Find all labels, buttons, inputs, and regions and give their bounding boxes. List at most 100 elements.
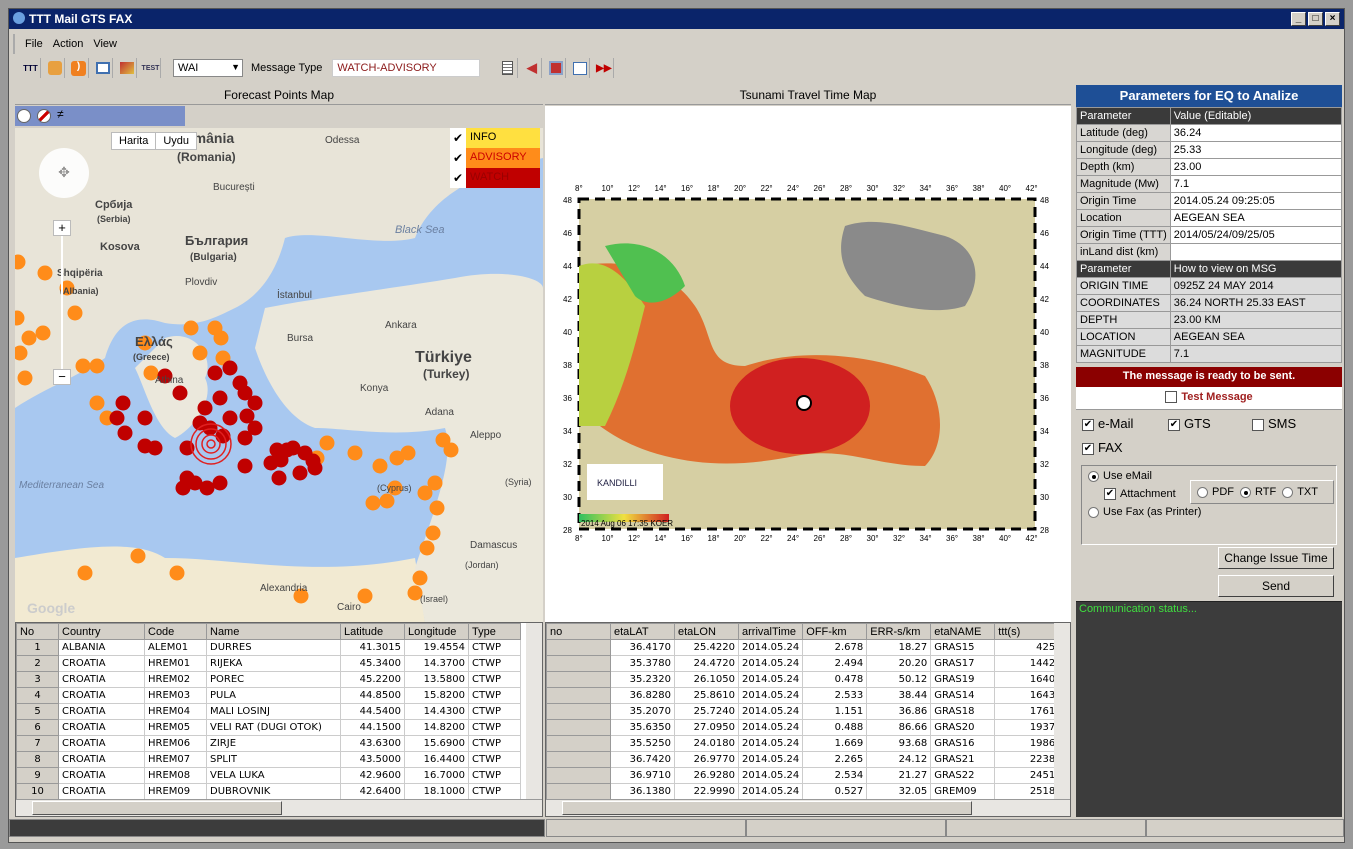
- column-header[interactable]: OFF-km: [802, 623, 868, 640]
- table-row[interactable]: 36.8280 25.8610 2014.05.24 2.533 38.44 GRAS14…: [546, 687, 1060, 704]
- param-value[interactable]: 36.24: [1169, 124, 1343, 142]
- table-row[interactable]: 36.1380 22.9990 2014.05.24 0.527 32.05 GREM09…: [546, 783, 1060, 800]
- advisory-point-marker[interactable]: [17, 370, 33, 386]
- watch-point-marker[interactable]: [263, 455, 279, 471]
- param-value[interactable]: [1169, 243, 1343, 261]
- chart-icon[interactable]: [117, 58, 137, 78]
- advisory-point-marker[interactable]: [75, 358, 91, 374]
- column-header[interactable]: Code: [144, 623, 207, 640]
- table-row[interactable]: 3 CROATIA HREM02 POREC 45.2200 13.5800 CTWP: [16, 671, 521, 688]
- advisory-checkbox[interactable]: ✔: [450, 148, 466, 168]
- watch-point-marker[interactable]: [179, 440, 195, 456]
- watch-point-marker[interactable]: [199, 480, 215, 496]
- advisory-point-marker[interactable]: [89, 395, 105, 411]
- advisory-point-marker[interactable]: [183, 320, 199, 336]
- vertical-scrollbar[interactable]: [1054, 623, 1070, 799]
- use-fax-radio[interactable]: Use Fax (as Printer): [1088, 506, 1201, 518]
- windows-icon[interactable]: [93, 58, 113, 78]
- layers-tool-icon[interactable]: ≠: [57, 107, 71, 121]
- advisory-point-marker[interactable]: [37, 265, 53, 281]
- table-row[interactable]: 36.4170 25.4220 2014.05.24 2.678 18.27 GRAS15…: [546, 639, 1060, 656]
- table-row[interactable]: 1 ALBANIA ALEM01 DURRES 41.3015 19.4554 CTWP: [16, 639, 521, 656]
- pan-tool-icon[interactable]: [17, 109, 31, 123]
- watch-point-marker[interactable]: [197, 400, 213, 416]
- watch-point-marker[interactable]: [222, 410, 238, 426]
- column-header[interactable]: No: [16, 623, 59, 640]
- advisory-point-marker[interactable]: [417, 485, 433, 501]
- watch-point-marker[interactable]: [147, 440, 163, 456]
- watch-point-marker[interactable]: [212, 390, 228, 406]
- test-icon[interactable]: TEST: [141, 58, 161, 78]
- watch-point-marker[interactable]: [109, 410, 125, 426]
- table-row[interactable]: 7 CROATIA HREM06 ZIRJE 43.6300 15.6900 CTWP: [16, 735, 521, 752]
- watch-point-marker[interactable]: [172, 385, 188, 401]
- map-icon[interactable]: [45, 58, 65, 78]
- column-header[interactable]: no: [546, 623, 611, 640]
- send-button[interactable]: Send: [1218, 575, 1334, 597]
- watch-point-marker[interactable]: [247, 420, 263, 436]
- map-type-uydu[interactable]: Uydu: [156, 133, 196, 149]
- column-header[interactable]: ERR-s/km: [866, 623, 932, 640]
- change-issue-time-button[interactable]: Change Issue Time: [1218, 547, 1334, 569]
- advisory-point-marker[interactable]: [169, 565, 185, 581]
- param-value[interactable]: 7.1: [1169, 175, 1343, 193]
- advisory-point-marker[interactable]: [443, 442, 459, 458]
- table-row[interactable]: 5 CROATIA HREM04 MALI LOSINJ 44.5400 14.4300 C…: [16, 703, 521, 720]
- advisory-point-marker[interactable]: [365, 495, 381, 511]
- advisory-point-marker[interactable]: [192, 345, 208, 361]
- column-header[interactable]: etaLAT: [610, 623, 675, 640]
- minimize-button[interactable]: _: [1291, 12, 1306, 26]
- table-row[interactable]: 4 CROATIA HREM03 PULA 44.8500 15.8200 CTWP: [16, 687, 521, 704]
- test-message-check[interactable]: [1165, 391, 1178, 404]
- watch-point-marker[interactable]: [307, 460, 323, 476]
- table-row[interactable]: 36.7420 26.9770 2014.05.24 2.265 24.12 GRAS21…: [546, 751, 1060, 768]
- menu-view[interactable]: View: [93, 38, 117, 50]
- watch-point-marker[interactable]: [222, 360, 238, 376]
- forward-icon[interactable]: ◀: [522, 58, 543, 78]
- maximize-button[interactable]: □: [1308, 12, 1323, 26]
- advisory-point-marker[interactable]: [412, 570, 428, 586]
- table-row[interactable]: 10 CROATIA HREM09 DUBROVNIK 42.6400 18.1000 CT…: [16, 783, 521, 800]
- format-txt-radio[interactable]: TXT: [1282, 486, 1318, 498]
- rss-icon[interactable]: ): [69, 58, 89, 78]
- advisory-point-marker[interactable]: [77, 565, 93, 581]
- sms-checkbox[interactable]: SMS: [1252, 416, 1296, 431]
- advisory-point-marker[interactable]: [429, 500, 445, 516]
- advisory-point-marker[interactable]: [21, 330, 37, 346]
- advisory-point-marker[interactable]: [130, 548, 146, 564]
- gts-checkbox[interactable]: ✔ GTS: [1168, 416, 1211, 431]
- close-button[interactable]: ×: [1325, 12, 1340, 26]
- column-header[interactable]: Country: [58, 623, 145, 640]
- param-value[interactable]: AEGEAN SEA: [1169, 209, 1343, 227]
- map-type-harita[interactable]: Harita: [112, 133, 157, 149]
- advisory-point-marker[interactable]: [347, 445, 363, 461]
- table-row[interactable]: 8 CROATIA HREM07 SPLIT 43.5000 16.4400 CTWP: [16, 751, 521, 768]
- column-header[interactable]: Longitude: [404, 623, 469, 640]
- column-header[interactable]: etaNAME: [930, 623, 996, 640]
- column-header[interactable]: Type: [468, 623, 521, 640]
- watch-point-marker[interactable]: [237, 458, 253, 474]
- pan-control[interactable]: ✥: [39, 148, 89, 198]
- watch-point-marker[interactable]: [212, 475, 228, 491]
- message-type-field[interactable]: WATCH-ADVISORY: [332, 59, 481, 77]
- table-row[interactable]: 35.3780 24.4720 2014.05.24 2.494 20.20 GRAS17…: [546, 655, 1060, 672]
- watch-checkbox[interactable]: ✔: [450, 168, 466, 188]
- document-icon[interactable]: [498, 58, 519, 78]
- advisory-point-marker[interactable]: [213, 330, 229, 346]
- forecast-points-map[interactable]: România (Romania) București Odessa Black Sea…: [15, 128, 543, 622]
- advisory-point-marker[interactable]: [372, 458, 388, 474]
- info-checkbox[interactable]: ✔: [450, 128, 466, 148]
- measure-tool-icon[interactable]: [37, 109, 51, 123]
- watch-point-marker[interactable]: [247, 395, 263, 411]
- watch-point-marker[interactable]: [117, 425, 133, 441]
- calendar-icon[interactable]: [570, 58, 591, 78]
- table-row[interactable]: 2 CROATIA HREM01 RIJEKA 45.3400 14.3700 CTWP: [16, 655, 521, 672]
- column-header[interactable]: ttt(s): [994, 623, 1060, 640]
- table-row[interactable]: 35.5250 24.0180 2014.05.24 1.669 93.68 GRAS16…: [546, 735, 1060, 752]
- table-row[interactable]: 6 CROATIA HREM05 VELI RAT (DUGI OTOK) 44.150…: [16, 719, 521, 736]
- zoom-in-button[interactable]: +: [53, 220, 71, 236]
- table-row[interactable]: 36.9710 26.9280 2014.05.24 2.534 21.27 GRAS22…: [546, 767, 1060, 784]
- param-value[interactable]: 23.00: [1169, 158, 1343, 176]
- region-select[interactable]: WAI ▼: [173, 59, 243, 77]
- watch-point-marker[interactable]: [292, 465, 308, 481]
